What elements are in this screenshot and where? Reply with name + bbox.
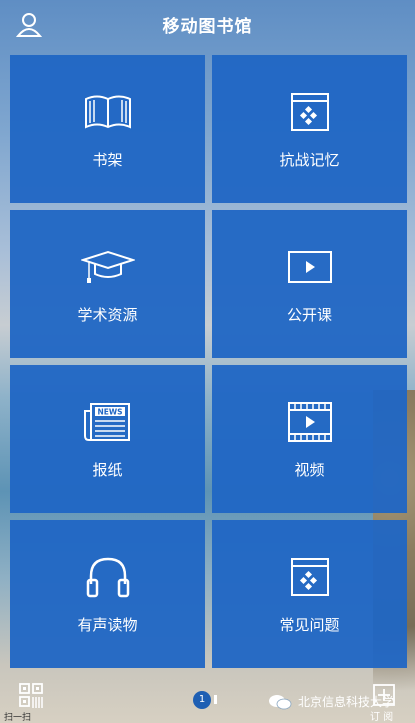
app-frame-icon [290,92,329,131]
tile-label: 视频 [294,460,325,479]
wechat-icon [269,694,292,709]
tile-label: 学术资源 [77,305,138,324]
qr-scan-icon[interactable] [18,682,44,710]
page-title: 移动图书馆 [162,17,253,37]
newspaper-icon: NEWS [83,402,130,441]
tile-academic-resources[interactable]: 学术资源 [10,210,205,358]
tile-label: 抗战记忆 [279,150,340,169]
headphones-icon [86,557,129,597]
tile-open-course[interactable]: 公开课 [212,210,407,358]
play-screen-icon [287,250,332,283]
bottom-bar: 扫一扫 1 北京信息科技大学 订 阅 [0,675,415,723]
page-indicator-bar [214,695,217,704]
graduation-cap-icon [80,250,135,283]
tile-label: 常见问题 [279,615,340,634]
app-header: 移动图书馆 [0,0,415,50]
tile-label: 书架 [92,150,123,169]
tile-video[interactable]: 视频 [212,365,407,513]
menu-grid: 书架 抗战记忆 学术资源 公开课 NEWS 报纸 视频 有声读物 常见问题 [10,55,407,670]
subscribe-label[interactable]: 订 阅 [370,708,393,723]
book-icon [84,95,131,129]
news-badge: NEWS [97,407,122,416]
tile-bookshelf[interactable]: 书架 [10,55,205,203]
page-indicator: 1 [193,691,211,709]
plus-icon[interactable] [372,683,396,707]
film-icon [287,401,332,442]
tile-label: 公开课 [286,305,332,324]
tile-war-memory[interactable]: 抗战记忆 [212,55,407,203]
tile-audiobooks[interactable]: 有声读物 [10,520,205,668]
tile-faq[interactable]: 常见问题 [212,520,407,668]
tile-label: 报纸 [92,460,123,479]
tile-newspaper[interactable]: NEWS 报纸 [10,365,205,513]
app-frame-icon [290,557,329,596]
tile-label: 有声读物 [77,615,138,634]
scan-label: 扫一扫 [4,713,32,723]
